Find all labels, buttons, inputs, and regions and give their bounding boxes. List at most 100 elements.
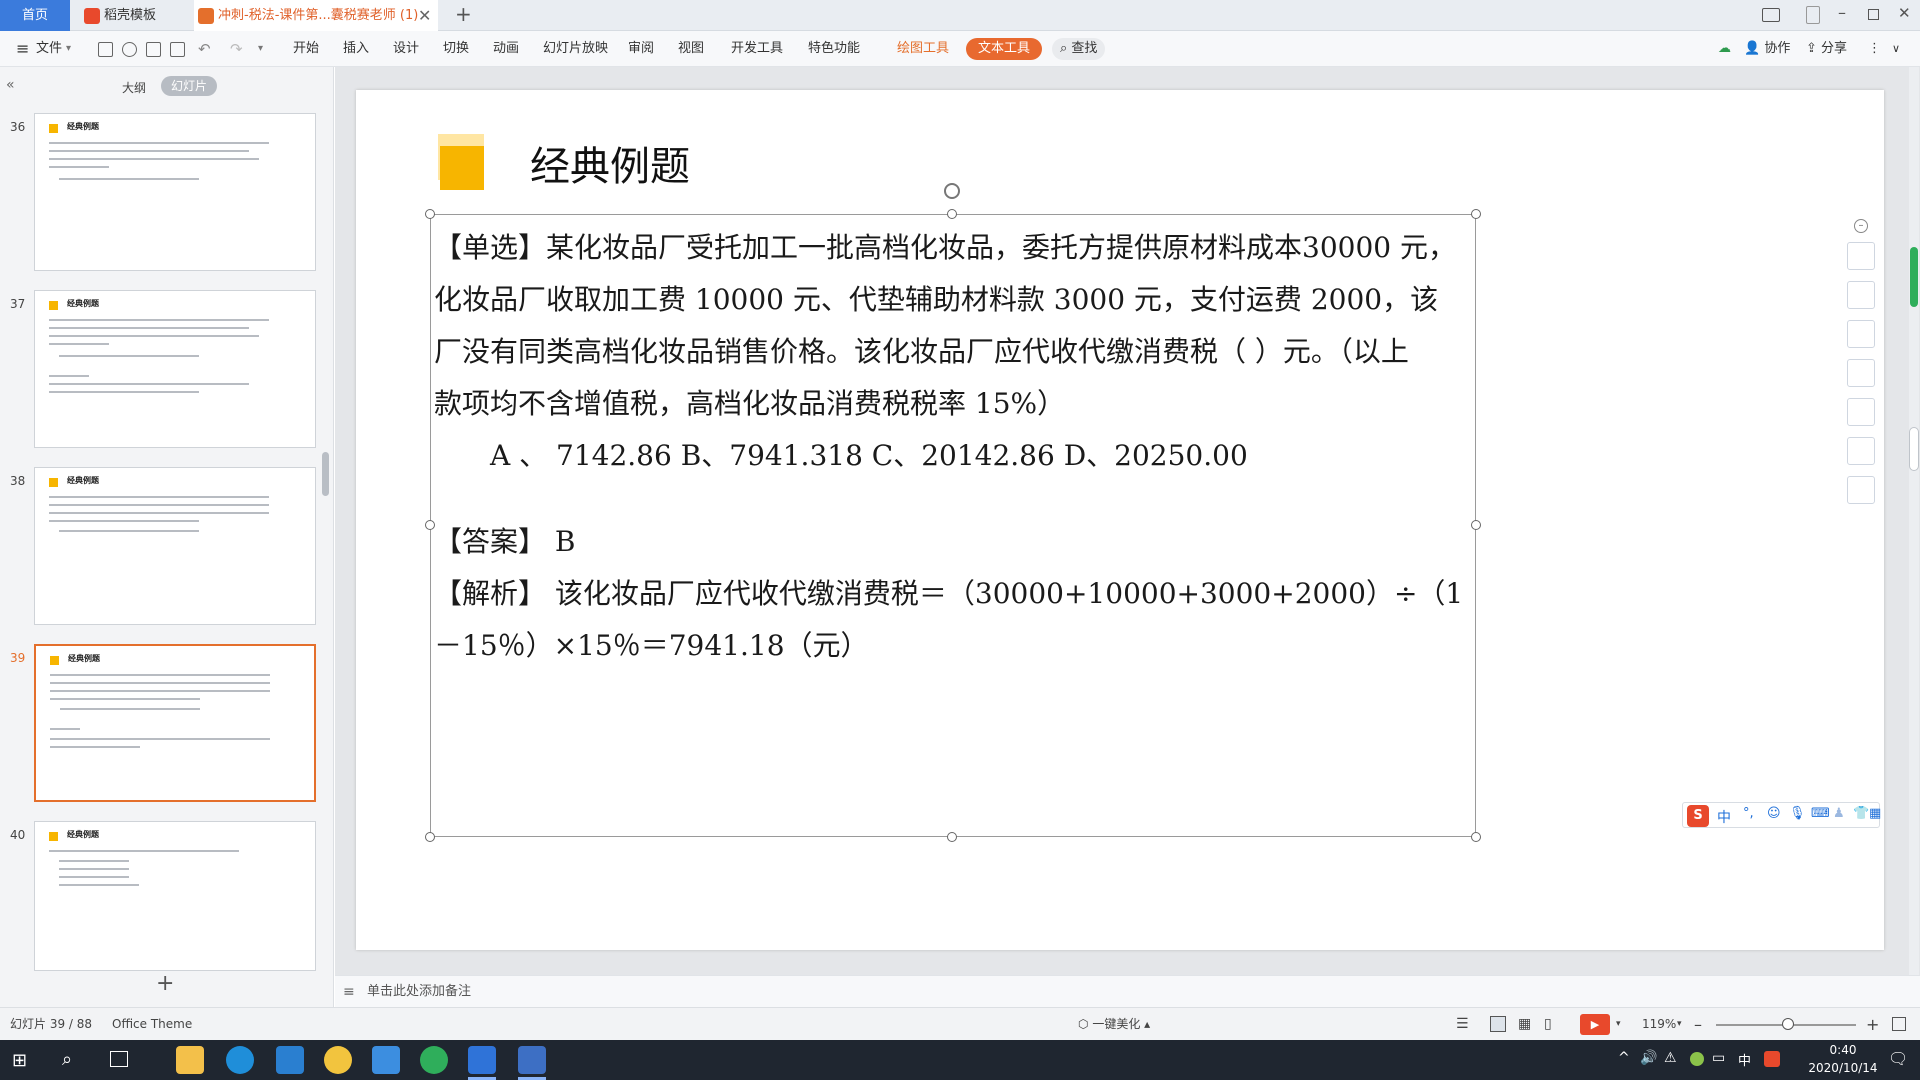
search-box[interactable]: ⌕ 查找 bbox=[1052, 38, 1106, 60]
slide-title[interactable]: 经典例题 bbox=[530, 134, 690, 192]
menu-slideshow[interactable]: 幻灯片放映 bbox=[543, 31, 608, 67]
volume-icon[interactable]: 🔊 bbox=[1640, 1050, 1657, 1066]
menu-special[interactable]: 特色功能 bbox=[808, 31, 860, 67]
slide-thumbnail-36[interactable]: 经典例题 bbox=[34, 113, 316, 271]
shape-outline-icon[interactable] bbox=[1847, 359, 1875, 387]
chevron-down-icon[interactable]: ▾ bbox=[1616, 1008, 1621, 1041]
ime-indicator[interactable]: 中 bbox=[1738, 1050, 1751, 1069]
wps-writer-icon[interactable] bbox=[468, 1046, 496, 1074]
slide-thumbnail-40[interactable]: 经典例题 bbox=[34, 821, 316, 971]
cloud-sync-icon[interactable]: ☁ bbox=[1718, 31, 1731, 67]
restore-icon[interactable] bbox=[1868, 9, 1879, 20]
vertical-scrollbar-track[interactable] bbox=[1909, 67, 1919, 975]
resize-handle[interactable] bbox=[1471, 832, 1481, 842]
menu-review[interactable]: 审阅 bbox=[628, 31, 654, 67]
edge-browser-icon[interactable] bbox=[226, 1046, 254, 1074]
zoom-level[interactable]: 119% bbox=[1642, 1008, 1676, 1041]
close-tab-icon[interactable]: ✕ bbox=[418, 6, 431, 25]
text-box-icon[interactable] bbox=[1847, 437, 1875, 465]
save-icon[interactable] bbox=[98, 42, 113, 57]
menu-file[interactable]: 文件 bbox=[36, 31, 62, 67]
theme-name[interactable]: Office Theme bbox=[112, 1008, 192, 1041]
slide-thumbnail-38[interactable]: 经典例题 bbox=[34, 467, 316, 625]
more-icon[interactable]: ⋮ bbox=[1868, 31, 1881, 67]
notifications-icon[interactable]: 🗨 bbox=[1888, 1049, 1908, 1068]
user-icon[interactable]: ♟ bbox=[1833, 806, 1845, 821]
ime-language[interactable]: 中 bbox=[1717, 807, 1731, 827]
play-slideshow-icon[interactable]: ▶ bbox=[1580, 1014, 1610, 1035]
customize-toolbar-icon[interactable]: ▾ bbox=[258, 31, 263, 67]
slide-canvas[interactable]: 经典例题 【单选】某化妆品厂受托加工一批高档化妆品，委托方提供原材料成本3000… bbox=[356, 90, 1884, 950]
slide-sorter-icon[interactable]: ▦ bbox=[1518, 1008, 1531, 1041]
fit-window-icon[interactable] bbox=[1892, 1017, 1906, 1031]
reading-view-icon[interactable]: ▯ bbox=[1544, 1008, 1552, 1041]
emoji-icon[interactable]: ☺ bbox=[1767, 806, 1781, 821]
menu-drawing-tools[interactable]: 绘图工具 bbox=[897, 31, 949, 67]
minimize-icon[interactable]: – bbox=[1838, 3, 1846, 22]
tab-slides[interactable]: 幻灯片 bbox=[161, 76, 218, 96]
share-button[interactable]: ⇪ 分享 bbox=[1806, 31, 1847, 67]
file-explorer-icon[interactable] bbox=[176, 1046, 204, 1074]
windows-start-icon[interactable]: ⊞ bbox=[12, 1050, 27, 1071]
menu-transition[interactable]: 切换 bbox=[443, 31, 469, 67]
taskbar-time[interactable]: 0:40 bbox=[1808, 1043, 1878, 1057]
network-icon[interactable]: ⚠ bbox=[1664, 1050, 1677, 1066]
app-icon[interactable] bbox=[324, 1046, 352, 1074]
task-view-icon[interactable] bbox=[110, 1051, 128, 1067]
resize-handle[interactable] bbox=[1471, 520, 1481, 530]
undo-icon[interactable]: ↶ bbox=[198, 31, 211, 67]
comments-icon[interactable]: ☰ bbox=[1456, 1008, 1469, 1041]
menu-developer[interactable]: 开发工具 bbox=[731, 31, 783, 67]
ime-toolbar[interactable]: S 中 °, ☺ 🎙 ⌨ ♟ 👕 ▦ bbox=[1682, 802, 1881, 828]
notes-placeholder[interactable]: 单击此处添加备注 bbox=[367, 976, 471, 1008]
resize-handle[interactable] bbox=[947, 832, 957, 842]
menu-text-tools[interactable]: 文本工具 bbox=[966, 38, 1043, 60]
text-format-icon[interactable] bbox=[1847, 398, 1875, 426]
normal-view-icon[interactable] bbox=[1490, 1016, 1506, 1032]
resize-handle[interactable] bbox=[1471, 209, 1481, 219]
mail-icon[interactable] bbox=[276, 1046, 304, 1074]
new-tab-button[interactable]: + bbox=[455, 2, 472, 26]
print-icon[interactable] bbox=[146, 42, 161, 57]
sogou-logo-icon[interactable]: S bbox=[1687, 805, 1709, 827]
pen-style-icon[interactable] bbox=[1847, 281, 1875, 309]
user-avatar-icon[interactable] bbox=[1806, 6, 1820, 24]
export-icon[interactable] bbox=[122, 42, 137, 57]
text-align-icon[interactable] bbox=[1847, 476, 1875, 504]
slide-thumbnail-39[interactable]: 经典例题 bbox=[34, 644, 316, 802]
wps-presentation-icon[interactable] bbox=[518, 1046, 546, 1074]
resize-handle[interactable] bbox=[947, 209, 957, 219]
tab-home[interactable]: 首页 bbox=[0, 0, 70, 31]
security-app-icon[interactable] bbox=[1690, 1052, 1704, 1066]
sogou-tray-icon[interactable] bbox=[1764, 1051, 1780, 1067]
panel-scrollbar[interactable] bbox=[322, 452, 329, 496]
beautify-button[interactable]: ⬡ 一键美化 ▴ bbox=[1078, 1008, 1150, 1041]
vertical-scrollbar-thumb[interactable] bbox=[1909, 427, 1919, 471]
zoom-in-button[interactable]: + bbox=[1866, 1008, 1879, 1041]
slide-thumbnail-37[interactable]: 经典例题 bbox=[34, 290, 316, 448]
collaborate-button[interactable]: 👤 协作 bbox=[1744, 31, 1790, 67]
messenger-icon[interactable] bbox=[372, 1046, 400, 1074]
redo-icon[interactable]: ↷ bbox=[230, 31, 243, 67]
browser-icon[interactable] bbox=[420, 1046, 448, 1074]
menu-start[interactable]: 开始 bbox=[293, 31, 319, 67]
layers-icon[interactable] bbox=[1847, 242, 1875, 270]
zoom-out-button[interactable]: – bbox=[1694, 1008, 1702, 1041]
tab-template[interactable]: 稻壳模板 bbox=[72, 0, 192, 31]
collapse-tools-icon[interactable]: – bbox=[1854, 219, 1868, 233]
menu-design[interactable]: 设计 bbox=[393, 31, 419, 67]
zoom-slider-thumb[interactable] bbox=[1782, 1018, 1794, 1030]
menu-animation[interactable]: 动画 bbox=[493, 31, 519, 67]
collapse-ribbon-icon[interactable]: ∨ bbox=[1892, 31, 1900, 67]
tab-outline[interactable]: 大纲 bbox=[122, 79, 146, 96]
toolbox-icon[interactable]: ▦ bbox=[1869, 806, 1881, 821]
keyboard-icon[interactable]: ⌨ bbox=[1811, 806, 1830, 821]
add-slide-button[interactable]: + bbox=[156, 971, 174, 996]
rotate-handle-icon[interactable] bbox=[944, 183, 960, 199]
search-icon[interactable]: ⌕ bbox=[62, 1049, 72, 1070]
hamburger-icon[interactable]: ≡ bbox=[16, 31, 29, 67]
microphone-icon[interactable]: 🎙 bbox=[1789, 806, 1806, 821]
notes-area[interactable]: ≡ 单击此处添加备注 bbox=[335, 975, 1920, 1007]
punctuation-icon[interactable]: °, bbox=[1743, 806, 1754, 821]
fill-color-icon[interactable] bbox=[1847, 320, 1875, 348]
